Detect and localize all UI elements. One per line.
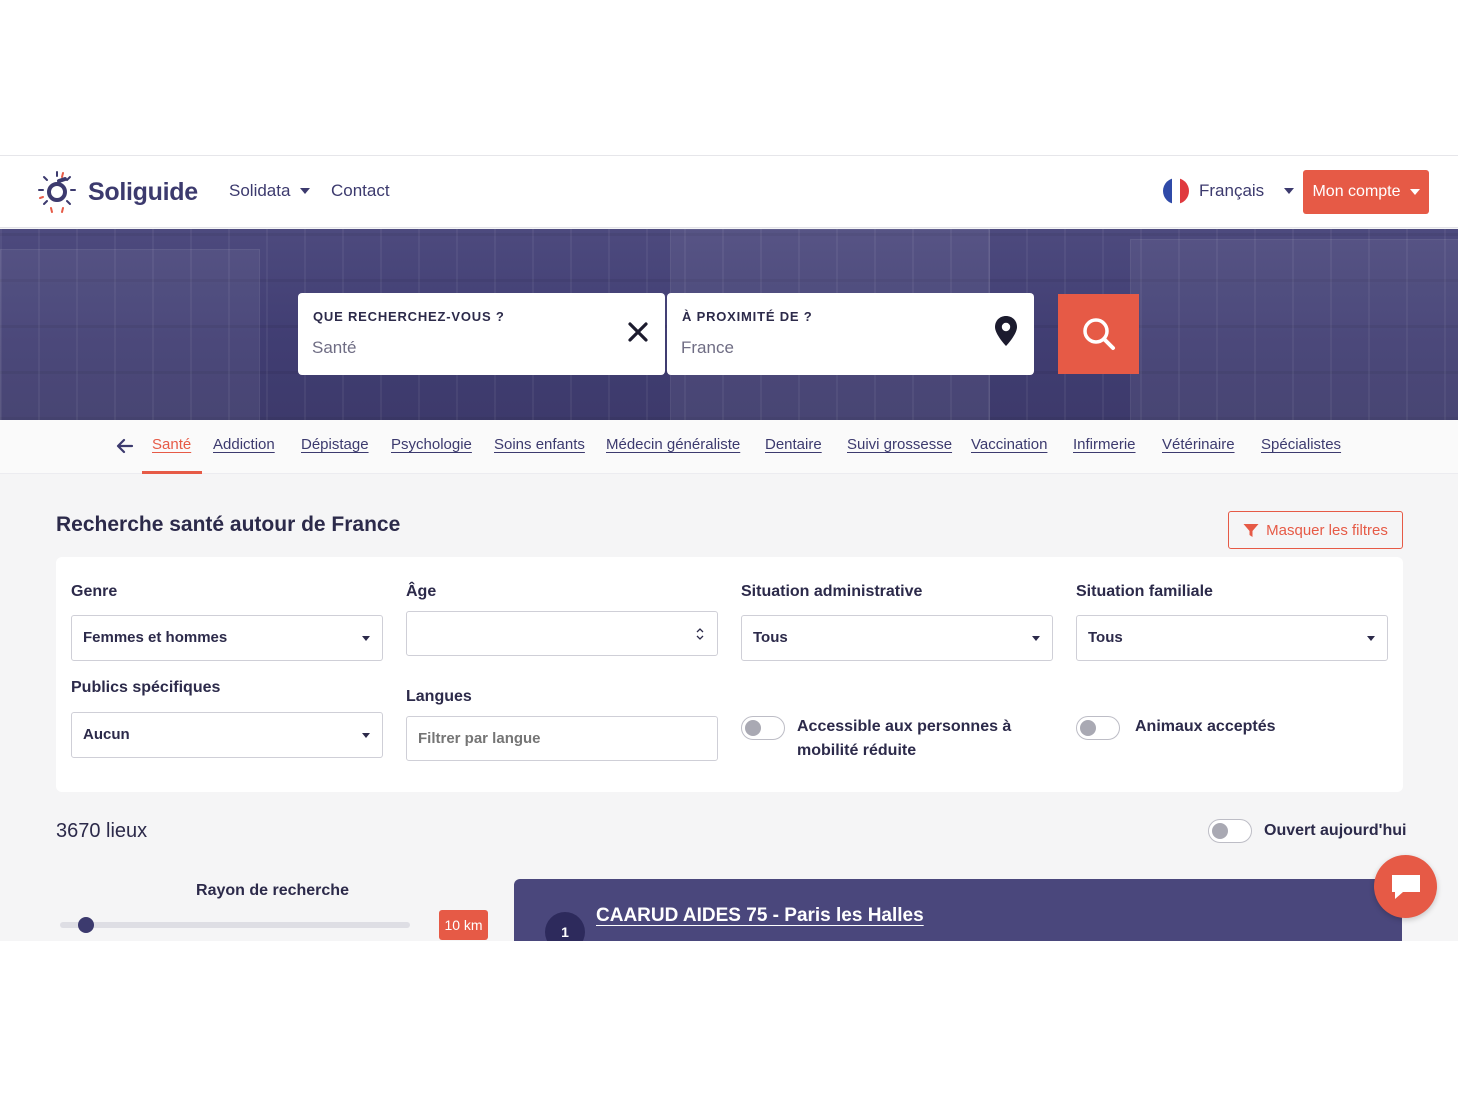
tab-suivi-grossesse[interactable]: Suivi grossesse xyxy=(847,436,952,453)
chevron-down-icon xyxy=(1032,636,1040,641)
chevron-down-icon xyxy=(362,733,370,738)
map-pin-icon[interactable] xyxy=(994,315,1018,347)
tab-depistage[interactable]: Dépistage xyxy=(301,436,369,453)
location-search-label: À PROXIMITÉ DE ? xyxy=(682,309,813,324)
category-tabs: Santé Addiction Dépistage Psychologie So… xyxy=(0,420,1458,474)
chevron-down-icon xyxy=(1409,189,1420,195)
tab-psychologie[interactable]: Psychologie xyxy=(391,436,472,453)
situation-familiale-select[interactable]: Tous xyxy=(1076,615,1388,661)
top-navbar: Soliguide Solidata Contact Français Mon … xyxy=(0,156,1458,228)
filters-panel: Genre Femmes et hommes Âge Situation adm… xyxy=(56,557,1403,792)
chevron-down-icon xyxy=(300,188,311,194)
age-label: Âge xyxy=(406,583,437,600)
brand-logo[interactable]: Soliguide xyxy=(32,168,198,216)
active-tab-indicator xyxy=(142,471,202,474)
langues-label: Langues xyxy=(406,688,472,705)
publics-label: Publics spécifiques xyxy=(71,679,221,696)
publics-value: Aucun xyxy=(83,726,130,743)
location-search-field[interactable]: À PROXIMITÉ DE ? France xyxy=(667,293,1034,375)
account-button-label: Mon compte xyxy=(1312,183,1401,200)
situation-familiale-value: Tous xyxy=(1088,629,1123,646)
genre-value: Femmes et hommes xyxy=(83,629,228,646)
language-label: Français xyxy=(1199,181,1265,200)
tab-vaccination[interactable]: Vaccination xyxy=(971,436,1047,453)
nav-contact[interactable]: Contact xyxy=(331,181,390,201)
tab-specialistes[interactable]: Spécialistes xyxy=(1261,436,1341,453)
open-today-label: Ouvert aujourd'hui xyxy=(1264,822,1407,839)
filter-icon xyxy=(1243,523,1259,537)
result-title-link[interactable]: CAARUD AIDES 75 - Paris les Halles xyxy=(596,905,924,927)
hero-search-banner: QUE RECHERCHEZ-VOUS ? Santé À PROXIMITÉ … xyxy=(0,229,1458,420)
chevron-down-icon xyxy=(1367,636,1375,641)
radius-slider-track[interactable] xyxy=(60,922,410,928)
open-today-toggle[interactable] xyxy=(1208,819,1252,843)
background-building xyxy=(0,249,260,420)
tab-addiction[interactable]: Addiction xyxy=(213,436,275,453)
what-search-label: QUE RECHERCHEZ-VOUS ? xyxy=(313,309,505,324)
chevron-down-icon xyxy=(362,636,370,641)
language-filter-input[interactable] xyxy=(406,716,718,761)
tab-dentaire[interactable]: Dentaire xyxy=(765,436,822,453)
spin-arrows-icon[interactable] xyxy=(695,626,705,642)
chevron-down-icon xyxy=(1284,188,1295,194)
situation-admin-label: Situation administrative xyxy=(741,583,923,600)
age-input[interactable] xyxy=(406,611,718,656)
tab-soins-enfants[interactable]: Soins enfants xyxy=(494,436,585,453)
nav-solidata-label: Solidata xyxy=(229,181,291,200)
app-viewport: Soliguide Solidata Contact Français Mon … xyxy=(0,155,1458,941)
what-search-value[interactable]: Santé xyxy=(312,338,356,358)
pmr-label: Accessible aux personnes à mobilité rédu… xyxy=(797,718,1012,759)
language-selector[interactable]: Français xyxy=(1163,178,1295,204)
background-building xyxy=(1130,239,1458,420)
radius-value-badge: 10 km xyxy=(439,910,488,940)
tab-infirmerie[interactable]: Infirmerie xyxy=(1073,436,1136,453)
radius-slider-handle[interactable] xyxy=(78,917,94,933)
nav-contact-label: Contact xyxy=(331,181,390,200)
tab-veterinaire[interactable]: Vétérinaire xyxy=(1162,436,1235,453)
what-search-field[interactable]: QUE RECHERCHEZ-VOUS ? Santé xyxy=(298,293,665,375)
genre-select[interactable]: Femmes et hommes xyxy=(71,615,383,661)
arrow-left-icon[interactable] xyxy=(114,435,136,457)
result-number-badge: 1 xyxy=(545,912,585,941)
search-icon xyxy=(1082,318,1115,350)
logo-icon xyxy=(38,171,76,213)
close-icon[interactable] xyxy=(627,321,649,343)
pmr-toggle[interactable] xyxy=(741,716,785,740)
results-count: 3670 lieux xyxy=(56,820,148,842)
account-button[interactable]: Mon compte xyxy=(1303,170,1429,214)
animaux-label: Animaux acceptés xyxy=(1135,718,1276,735)
chat-icon xyxy=(1391,874,1420,899)
location-search-value[interactable]: France xyxy=(681,338,734,358)
animaux-toggle[interactable] xyxy=(1076,716,1120,740)
situation-admin-select[interactable]: Tous xyxy=(741,615,1053,661)
nav-solidata[interactable]: Solidata xyxy=(229,181,311,201)
radius-title: Rayon de recherche xyxy=(196,882,349,899)
results-page-title: Recherche santé autour de France xyxy=(56,513,401,536)
situation-admin-value: Tous xyxy=(753,629,788,646)
tab-sante[interactable]: Santé xyxy=(152,436,191,453)
publics-select[interactable]: Aucun xyxy=(71,712,383,758)
genre-label: Genre xyxy=(71,583,118,600)
search-submit-button[interactable] xyxy=(1058,294,1139,374)
chat-button[interactable] xyxy=(1374,855,1437,918)
france-flag-icon xyxy=(1163,178,1189,204)
tab-medecin-generaliste[interactable]: Médecin généraliste xyxy=(606,436,740,453)
situation-familiale-label: Situation familiale xyxy=(1076,583,1213,600)
brand-name: Soliguide xyxy=(88,177,198,206)
hide-filters-label: Masquer les filtres xyxy=(1266,521,1388,539)
result-card[interactable]: 1 CAARUD AIDES 75 - Paris les Halles xyxy=(514,879,1402,941)
hide-filters-button[interactable]: Masquer les filtres xyxy=(1228,511,1403,549)
